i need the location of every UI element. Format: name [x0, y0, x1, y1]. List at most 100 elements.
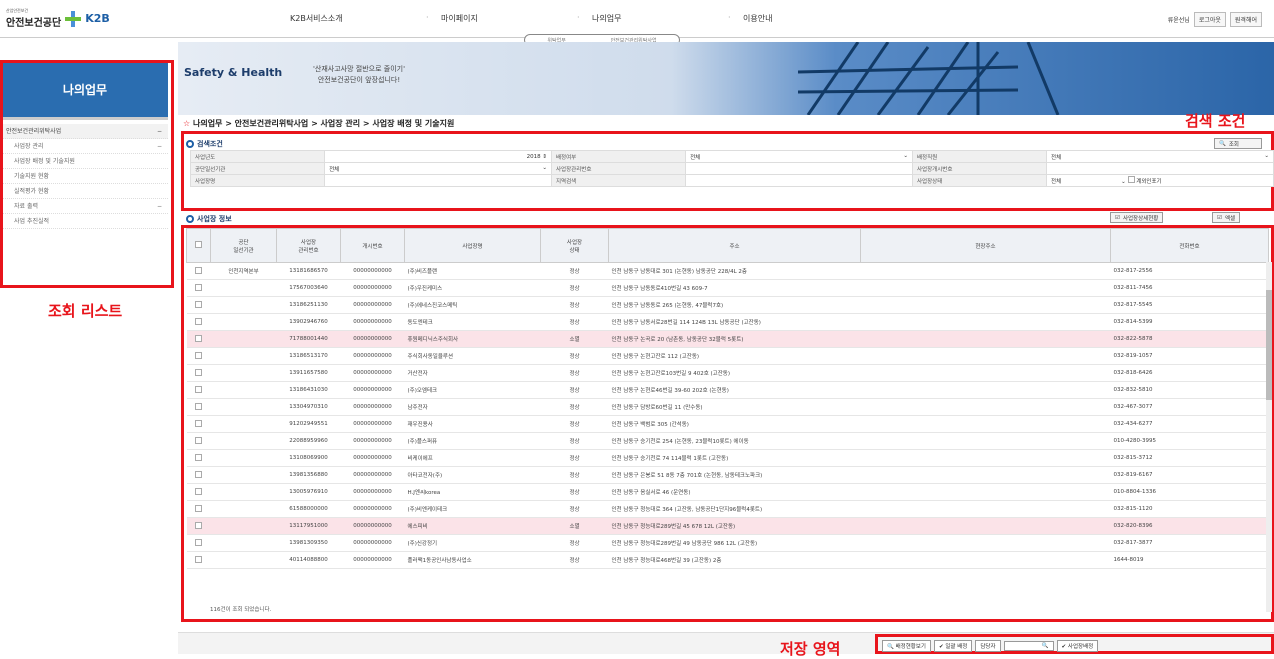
row-checkbox[interactable]: [186, 415, 211, 433]
spinner-icon[interactable]: ⇕: [542, 154, 547, 160]
row-checkbox[interactable]: [186, 517, 211, 535]
row-checkbox[interactable]: [186, 449, 211, 467]
row-checkbox[interactable]: [186, 534, 211, 552]
row-select-checkbox[interactable]: [195, 385, 202, 393]
row-select-checkbox[interactable]: [195, 453, 202, 461]
nav-service-intro[interactable]: K2B서비스소개: [290, 13, 426, 24]
table-row[interactable]: 13304970310 00000000000 남주전자 정상 인천 남동구 담방로60…: [186, 398, 1269, 416]
row-select-checkbox[interactable]: [195, 368, 202, 376]
cell-site-state: 정상: [540, 381, 609, 399]
excel-button[interactable]: ☑ 엑셀: [1212, 212, 1241, 223]
bulk-assign-button[interactable]: ✔ 일괄 배정: [933, 640, 973, 652]
site-state-select[interactable]: 전체 ⌄ 계외인포기: [1046, 174, 1274, 187]
open-no-input[interactable]: [1046, 162, 1274, 175]
row-select-checkbox[interactable]: [195, 521, 202, 529]
search-button[interactable]: 🔍 조회: [1214, 138, 1262, 149]
nav-my-work[interactable]: 나의업무: [592, 13, 728, 24]
exclude-checkbox[interactable]: [1127, 176, 1135, 183]
row-select-checkbox[interactable]: [195, 300, 202, 308]
table-row[interactable]: 13981309350 00000000000 (주)신강정기 정상 인천 남동구 청능…: [186, 534, 1269, 552]
row-checkbox[interactable]: [186, 279, 211, 297]
row-checkbox[interactable]: [186, 398, 211, 416]
table-row[interactable]: 22088959960 00000000000 (주)플스퍼퓨 정상 인천 남동구 승기…: [186, 432, 1269, 450]
cell-agency: [210, 500, 277, 518]
row-select-checkbox[interactable]: [195, 334, 202, 342]
site-name-input[interactable]: [324, 174, 552, 187]
row-select-checkbox[interactable]: [195, 351, 202, 359]
col-header-agency[interactable]: 공단 일선기관: [210, 228, 277, 263]
row-select-checkbox[interactable]: [195, 504, 202, 512]
row-checkbox[interactable]: [186, 483, 211, 501]
view-assignment-button[interactable]: 🔍 배정현황보기: [882, 640, 931, 652]
remote-support-button[interactable]: 원격해어: [1229, 12, 1262, 27]
row-select-checkbox[interactable]: [195, 487, 202, 495]
table-row[interactable]: 13186431030 00000000000 (주)오엠테크 정상 인천 남동구 논현…: [186, 381, 1269, 399]
site-assign-button[interactable]: ✔ 사업장배정: [1056, 640, 1099, 652]
col-header-field-address[interactable]: 현장주소: [860, 228, 1111, 263]
table-row[interactable]: 17567003640 00000000000 (주)우진케미스 정상 인천 남동구 남…: [186, 279, 1269, 297]
col-header-address[interactable]: 주소: [608, 228, 861, 263]
staff-select[interactable]: 전체 ⌄: [1046, 150, 1274, 163]
row-select-checkbox[interactable]: [195, 555, 202, 563]
row-select-checkbox[interactable]: [195, 283, 202, 291]
row-checkbox[interactable]: [186, 364, 211, 382]
row-select-checkbox[interactable]: [195, 538, 202, 546]
table-row[interactable]: 13186251130 00000000000 (주)에네스진코스메틱 정상 인천 남동…: [186, 296, 1269, 314]
col-header-phone[interactable]: 전화번호: [1110, 228, 1269, 263]
row-checkbox[interactable]: [186, 381, 211, 399]
row-checkbox[interactable]: [186, 466, 211, 484]
col-header-open-no[interactable]: 개시번호: [340, 228, 405, 263]
table-row[interactable]: 61588000000 00000000000 (주)비엔케이테크 정상 인천 남동구 …: [186, 500, 1269, 518]
table-row[interactable]: 13108069900 00000000000 비케이에프 정상 인천 남동구 승기천로…: [186, 449, 1269, 467]
row-checkbox[interactable]: [186, 432, 211, 450]
select-all-checkbox[interactable]: [195, 241, 202, 248]
table-row[interactable]: 91202949551 00000000000 재우진용사 정상 인천 남동구 백범로 …: [186, 415, 1269, 433]
table-row[interactable]: 13186513170 00000000000 주식회사동일율루션 정상 인천 남동구 …: [186, 347, 1269, 365]
grid-scrollbar-thumb[interactable]: [1266, 290, 1272, 400]
cell-site-name: 에스피비: [404, 517, 541, 535]
mgmt-no-input[interactable]: [685, 162, 913, 175]
table-row[interactable]: 13117951000 00000000000 에스피비 소멸 인천 남동구 청능대로2…: [186, 517, 1269, 535]
col-header-site-name[interactable]: 사업장명: [404, 228, 541, 263]
cell-mgmt-no: 13911657580: [276, 364, 341, 382]
grid-body: 인천지역본부 13181686570 00000000000 (주)비즈플랜 정상 인천 …: [186, 262, 1269, 569]
row-checkbox[interactable]: [186, 500, 211, 518]
col-header-mgmt-no[interactable]: 사업장 관리번호: [276, 228, 341, 263]
row-checkbox[interactable]: [186, 296, 211, 314]
table-row[interactable]: 인천지역본부 13181686570 00000000000 (주)비즈플랜 정상 인천 …: [186, 262, 1269, 280]
table-row[interactable]: 40114088800 00000000000 플러팩1동공인사남동사업소 정상 인천 …: [186, 551, 1269, 569]
row-select-checkbox[interactable]: [195, 436, 202, 444]
row-checkbox[interactable]: [186, 551, 211, 569]
cell-agency: [210, 381, 277, 399]
assigned-select[interactable]: 전체 ⌄: [685, 150, 913, 163]
row-select-checkbox[interactable]: [195, 419, 202, 427]
row-select-checkbox[interactable]: [195, 266, 202, 274]
row-select-checkbox[interactable]: [195, 470, 202, 478]
cell-site-state: 정상: [540, 415, 609, 433]
col-header-site-state[interactable]: 사업장 상태: [540, 228, 609, 263]
nav-mypage[interactable]: 마이페이지: [441, 13, 577, 24]
chevron-down-icon: ⌄: [1264, 152, 1269, 159]
row-select-checkbox[interactable]: [195, 402, 202, 410]
row-checkbox[interactable]: [186, 313, 211, 331]
table-row[interactable]: 13911657580 00000000000 거산전자 정상 인천 남동구 논현고잔로…: [186, 364, 1269, 382]
logout-button[interactable]: 로그아웃: [1193, 12, 1226, 27]
region-input[interactable]: [685, 174, 913, 187]
row-select-checkbox[interactable]: [195, 317, 202, 325]
table-row[interactable]: 71788001440 00000000000 휴원메디닉스주식회사 소멸 인천 남동구…: [186, 330, 1269, 348]
table-row[interactable]: 13902946760 00000000000 동도엔테크 정상 인천 남동구 남동서로…: [186, 313, 1269, 331]
table-row[interactable]: 13981356880 00000000000 아타코전자(주) 정상 인천 남동구 은…: [186, 466, 1269, 484]
construction-illustration: [798, 42, 1060, 115]
nav-guide[interactable]: 이용안내: [743, 13, 879, 24]
year-spinner[interactable]: 2018 ⇕: [324, 150, 552, 163]
site-status-button[interactable]: ☑ 사업장상세현황: [1110, 212, 1164, 223]
row-checkbox[interactable]: [186, 262, 211, 280]
row-checkbox[interactable]: [186, 330, 211, 348]
table-row[interactable]: 13005976910 00000000000 H.J엔씨korea 정상 인천 남동구…: [186, 483, 1269, 501]
select-all-header[interactable]: [186, 228, 211, 263]
assignee-input[interactable]: 🔍: [1003, 641, 1054, 651]
row-checkbox[interactable]: [186, 347, 211, 365]
agency-select[interactable]: 전체 ⌄: [324, 162, 552, 175]
logo[interactable]: 산업안전보건 안전보건공단 K2B: [6, 8, 110, 29]
cell-mgmt-no: 13981356880: [276, 466, 341, 484]
